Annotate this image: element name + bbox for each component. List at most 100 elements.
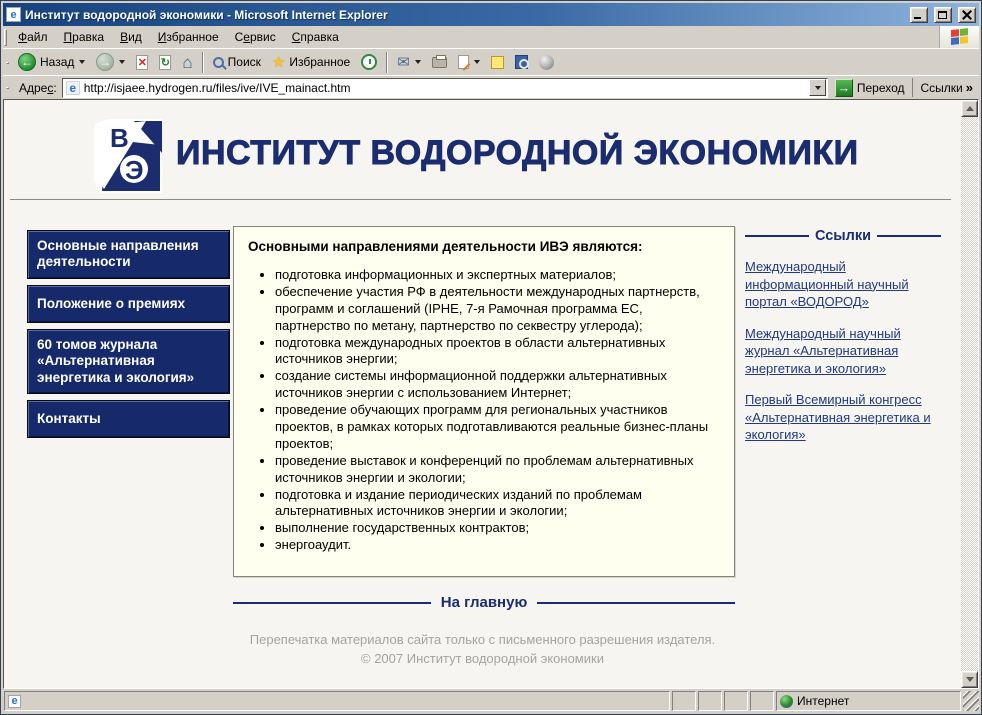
- history-button[interactable]: [356, 52, 382, 72]
- windows-logo: [939, 26, 979, 48]
- favorites-button[interactable]: ★ Избранное: [267, 53, 355, 72]
- scrollbar-track[interactable]: [961, 117, 978, 671]
- svg-text:Э: Э: [125, 155, 144, 185]
- minimize-button[interactable]: [910, 7, 928, 23]
- refresh-button[interactable]: ↻: [154, 53, 176, 72]
- menu-edit[interactable]: Правка: [56, 27, 113, 47]
- forward-dropdown-icon[interactable]: [119, 60, 125, 64]
- left-navigation: Основные направления деятельности Положе…: [27, 230, 230, 438]
- maximize-button[interactable]: [934, 7, 952, 23]
- activity-bullet: создание системы информационной поддержк…: [275, 368, 720, 402]
- back-button[interactable]: ← Назад: [13, 51, 90, 73]
- research-button[interactable]: [510, 53, 533, 71]
- activity-bullet: проведение выставок и конференций по про…: [275, 453, 720, 487]
- window-title: Институт водородной экономики - Microsof…: [25, 8, 904, 22]
- home-button[interactable]: ⌂: [177, 52, 197, 73]
- addressbar-grip[interactable]: [6, 87, 9, 89]
- links-title-line: [877, 235, 941, 237]
- status-zone-panel: Интернет: [776, 691, 961, 711]
- status-panel: [724, 691, 748, 711]
- menu-file[interactable]: Файл: [10, 27, 56, 47]
- mail-icon: ✉: [397, 55, 410, 70]
- menubar-grip[interactable]: [4, 29, 7, 46]
- scroll-down-button[interactable]: [961, 671, 978, 688]
- nav-main-activities[interactable]: Основные направления деятельности: [27, 230, 230, 279]
- go-button[interactable]: → Переход: [833, 79, 907, 97]
- menu-tools[interactable]: Сервис: [227, 27, 284, 47]
- activity-bullet: энергоаудит.: [275, 537, 720, 554]
- links-panel: Ссылки Международный информационный науч…: [745, 228, 941, 444]
- home-page-link[interactable]: На главную: [441, 594, 528, 611]
- refresh-icon: ↻: [159, 55, 171, 70]
- web-page: В Э ИНСТИТУТ ВОДОРОДНОЙ ЭКОНОМИКИ Основн…: [4, 100, 961, 688]
- status-main-panel: e: [4, 691, 670, 711]
- edit-dropdown-icon[interactable]: [474, 60, 480, 64]
- messenger-button[interactable]: [534, 53, 559, 72]
- print-icon: [432, 57, 447, 68]
- links-title-line: [745, 235, 809, 237]
- activity-bullet: обеспечение участия РФ в деятельности ме…: [275, 284, 720, 335]
- browser-viewport: В Э ИНСТИТУТ ВОДОРОДНОЙ ЭКОНОМИКИ Основн…: [3, 99, 979, 689]
- back-dropdown-icon[interactable]: [79, 60, 85, 64]
- links-toolbar[interactable]: Ссылки »: [912, 78, 977, 97]
- favorites-star-icon: ★: [272, 55, 285, 70]
- activity-bullet: проведение обучающих программ для регион…: [275, 402, 720, 453]
- history-clock-icon: [361, 54, 377, 70]
- discuss-note-icon: [491, 56, 504, 69]
- menu-favorites[interactable]: Избранное: [150, 27, 227, 47]
- stop-button[interactable]: ✕: [131, 53, 153, 72]
- activities-list: подготовка информационных и экспертных м…: [248, 267, 720, 554]
- nav-prize-regulations[interactable]: Положение о премиях: [27, 285, 230, 323]
- menu-bar: Файл Правка Вид Избранное Сервис Справка: [3, 26, 979, 48]
- toolbar-grip[interactable]: [6, 62, 9, 64]
- links-panel-title: Ссылки: [815, 228, 871, 244]
- menu-help[interactable]: Справка: [284, 27, 347, 47]
- back-icon: ←: [18, 53, 36, 71]
- forward-button[interactable]: →: [91, 51, 130, 73]
- nav-contacts[interactable]: Контакты: [27, 400, 230, 438]
- header-divider: [10, 199, 951, 200]
- activity-bullet: подготовка международных проектов в обла…: [275, 335, 720, 369]
- links-label: Ссылки: [921, 81, 963, 95]
- go-arrow-icon: →: [835, 79, 853, 97]
- window-resize-grip[interactable]: [963, 691, 979, 711]
- links-chevron-icon: »: [966, 80, 973, 95]
- vertical-scrollbar[interactable]: [961, 100, 978, 688]
- back-label: Назад: [40, 55, 74, 69]
- address-input[interactable]: e http://isjaee.hydrogen.ru/files/ive/IV…: [62, 78, 828, 98]
- toolbar-separator: [202, 52, 204, 73]
- close-button[interactable]: [958, 7, 976, 23]
- svg-text:В: В: [110, 123, 129, 153]
- search-icon: [213, 57, 224, 68]
- edit-icon: [458, 55, 469, 69]
- home-icon: ⌂: [182, 54, 192, 71]
- nav-journal-volumes[interactable]: 60 томов журнала «Альтернативная энергет…: [27, 329, 230, 394]
- footer-copyright-notice: Перепечатка материалов сайта только с пи…: [4, 631, 961, 650]
- home-link-row: На главную: [233, 594, 735, 611]
- discuss-button[interactable]: [486, 54, 509, 71]
- activities-heading: Основными направлениями деятельности ИВЭ…: [248, 239, 720, 254]
- status-panel: [750, 691, 774, 711]
- footer-copyright-year: © 2007 Институт водородной экономики: [4, 650, 961, 669]
- activity-bullet: подготовка и издание периодических издан…: [275, 487, 720, 521]
- mail-button[interactable]: ✉: [392, 53, 426, 72]
- scroll-up-button[interactable]: [961, 100, 978, 117]
- main-content-box: Основными направлениями деятельности ИВЭ…: [233, 226, 735, 577]
- external-link-world-congress[interactable]: Первый Всемирный конгресс «Альтернативна…: [745, 391, 941, 444]
- search-label: Поиск: [228, 55, 261, 69]
- mail-dropdown-icon[interactable]: [415, 60, 421, 64]
- status-ie-icon: e: [8, 695, 21, 708]
- edit-button[interactable]: [453, 53, 485, 71]
- search-button[interactable]: Поиск: [208, 53, 266, 71]
- external-link-isjaee-journal[interactable]: Международный научный журнал «Альтернати…: [745, 325, 941, 378]
- ie-favicon: e: [66, 81, 80, 95]
- activity-bullet: выполнение государственных контрактов;: [275, 520, 720, 537]
- print-button[interactable]: [427, 55, 452, 70]
- address-label: Адрес:: [17, 81, 57, 95]
- address-url: http://isjaee.hydrogen.ru/files/ive/IVE_…: [84, 81, 805, 95]
- site-title: ИНСТИТУТ ВОДОРОДНОЙ ЭКОНОМИКИ: [176, 134, 859, 173]
- external-link-hydrogen-portal[interactable]: Международный информационный научный пор…: [745, 258, 941, 311]
- windows-flag-icon: [951, 28, 969, 46]
- address-dropdown-button[interactable]: [809, 79, 826, 96]
- menu-view[interactable]: Вид: [112, 27, 150, 47]
